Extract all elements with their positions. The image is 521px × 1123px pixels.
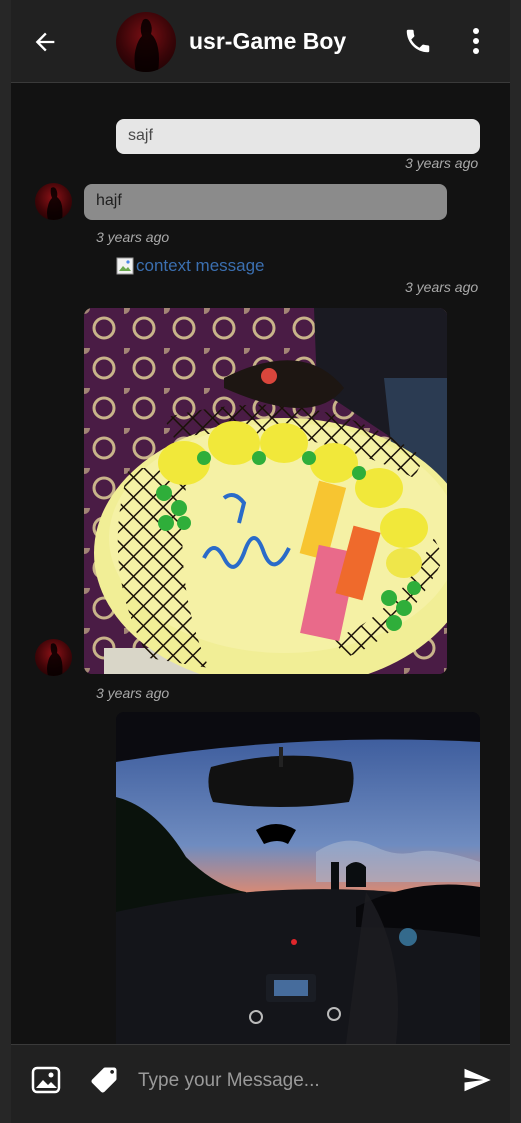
call-button[interactable] (403, 26, 433, 56)
broken-image-icon (116, 257, 134, 275)
send-icon (464, 1068, 491, 1092)
avatar-image (47, 643, 63, 676)
attach-photo-button[interactable] (31, 1066, 61, 1094)
image-icon (31, 1066, 61, 1094)
send-button[interactable] (461, 1065, 493, 1095)
tag-button[interactable] (89, 1065, 119, 1095)
message-timestamp: 3 years ago (405, 155, 479, 171)
message-timestamp: 3 years ago (96, 229, 170, 245)
message-composer (11, 1044, 510, 1123)
more-vertical-icon (473, 28, 479, 54)
avatar[interactable] (35, 183, 72, 220)
phone-icon (406, 29, 430, 53)
more-options-button[interactable] (466, 26, 486, 56)
chat-header: usr-Game Boy (11, 0, 510, 83)
avatar[interactable] (116, 12, 176, 72)
outgoing-message[interactable]: sajf (116, 119, 480, 154)
avatar-image (47, 187, 63, 220)
image-alt-text: context message (136, 256, 265, 275)
arrow-left-icon (35, 32, 55, 52)
car-image (116, 712, 480, 1044)
message-timestamp: 3 years ago (96, 685, 170, 701)
avatar[interactable] (35, 639, 72, 676)
tag-icon (91, 1067, 117, 1093)
page-title: usr-Game Boy (189, 28, 347, 54)
cake-photo[interactable] (84, 308, 447, 674)
car-dashboard-photo[interactable] (116, 712, 480, 1044)
broken-image-message[interactable]: context message (116, 256, 265, 276)
cake-image (84, 308, 447, 674)
avatar-image (134, 18, 159, 72)
back-button[interactable] (31, 28, 59, 56)
message-timestamp: 3 years ago (405, 279, 479, 295)
message-input[interactable] (136, 1063, 440, 1099)
incoming-message[interactable]: hajf (84, 184, 447, 220)
